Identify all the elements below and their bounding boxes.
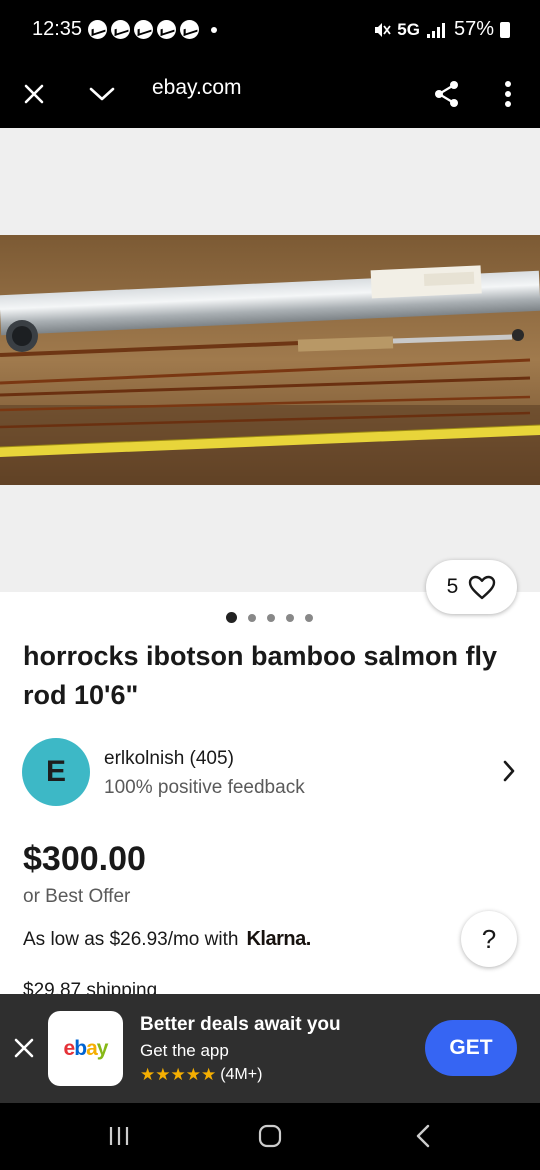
financing-info[interactable]: As low as $26.93/mo with Klarna.: [23, 928, 311, 951]
mute-icon: [375, 22, 392, 37]
ebay-logo-letter: e: [63, 1036, 76, 1060]
battery-icon: [500, 21, 510, 38]
watch-count: 5: [446, 575, 459, 598]
close-tab-button[interactable]: [14, 74, 54, 114]
carousel-dot[interactable]: [248, 613, 256, 622]
back-button[interactable]: [408, 1121, 438, 1151]
share-icon: [435, 81, 458, 107]
close-icon: [14, 1038, 34, 1058]
help-button[interactable]: ?: [461, 911, 517, 967]
listing-title: horrocks ibotson bamboo salmon fly rod 1…: [23, 641, 498, 710]
star-rating-icon: ★★★★★: [140, 1065, 217, 1084]
ebay-logo-letter: y: [96, 1036, 109, 1060]
carousel-dot[interactable]: [305, 613, 313, 622]
messenger-icon: [157, 20, 176, 39]
rating-count: (4M+): [220, 1066, 263, 1083]
listing-photo[interactable]: [0, 235, 540, 485]
recent-apps-button[interactable]: [104, 1121, 134, 1151]
klarna-logo: Klarna.: [246, 928, 311, 950]
messenger-icon: [134, 20, 153, 39]
ebay-app-logo: e b a y: [48, 1011, 123, 1086]
watch-button[interactable]: 5: [426, 560, 517, 614]
ebay-logo-letter: b: [74, 1036, 87, 1060]
network-type: 5G: [397, 19, 420, 39]
app-rating: ★★★★★ (4M+): [140, 1065, 262, 1085]
carousel-indicator: [226, 612, 313, 623]
messenger-icon: [111, 20, 130, 39]
financing-text: As low as $26.93/mo with: [23, 929, 239, 950]
get-app-button[interactable]: GET: [425, 1020, 517, 1076]
heart-icon: [469, 575, 496, 599]
more-vertical-icon: [505, 81, 511, 107]
app-install-banner: e b a y Better deals await you Get the a…: [0, 994, 540, 1103]
battery-percent: 57%: [453, 18, 494, 40]
system-navigation-bar: [0, 1103, 540, 1170]
seller-feedback: 100% positive feedback: [104, 777, 305, 798]
share-button[interactable]: [427, 74, 467, 114]
browser-toolbar: ebay.com: [0, 60, 540, 128]
best-offer-label: or Best Offer: [23, 886, 131, 907]
banner-close-button[interactable]: [10, 1034, 38, 1062]
minimize-button[interactable]: [82, 74, 122, 114]
notification-icons: [88, 20, 217, 39]
recent-apps-icon: [109, 1127, 129, 1145]
chevron-right-icon: [503, 760, 515, 782]
carousel-dot[interactable]: [226, 612, 237, 623]
carousel-dot[interactable]: [286, 613, 294, 622]
status-bar: 12:35 5G 57%: [0, 0, 540, 60]
chevron-down-icon: [89, 87, 115, 101]
close-icon: [24, 84, 44, 104]
more-notifications-dot: [211, 26, 217, 33]
seller-name: erlkolnish (405): [104, 748, 234, 769]
carousel-dot[interactable]: [267, 613, 275, 622]
status-indicators: 5G 57%: [373, 18, 510, 41]
status-time: 12:35: [32, 18, 83, 40]
more-options-button[interactable]: [488, 74, 528, 114]
listing-price: $300.00: [23, 840, 146, 878]
banner-title: Better deals await you: [140, 1014, 341, 1035]
back-icon: [416, 1124, 430, 1148]
seller-avatar: E: [22, 738, 90, 806]
home-button[interactable]: [255, 1121, 285, 1151]
home-icon: [258, 1124, 282, 1148]
ebay-logo-letter: a: [86, 1036, 98, 1060]
banner-subtitle: Get the app: [140, 1041, 229, 1060]
url-text[interactable]: ebay.com: [152, 76, 242, 100]
seller-card[interactable]: E erlkolnish (405) 100% positive feedbac…: [22, 738, 522, 808]
messenger-icon: [180, 20, 199, 39]
listing-image-carousel[interactable]: [0, 128, 540, 592]
messenger-icon: [88, 20, 107, 39]
signal-icon: [426, 22, 445, 38]
